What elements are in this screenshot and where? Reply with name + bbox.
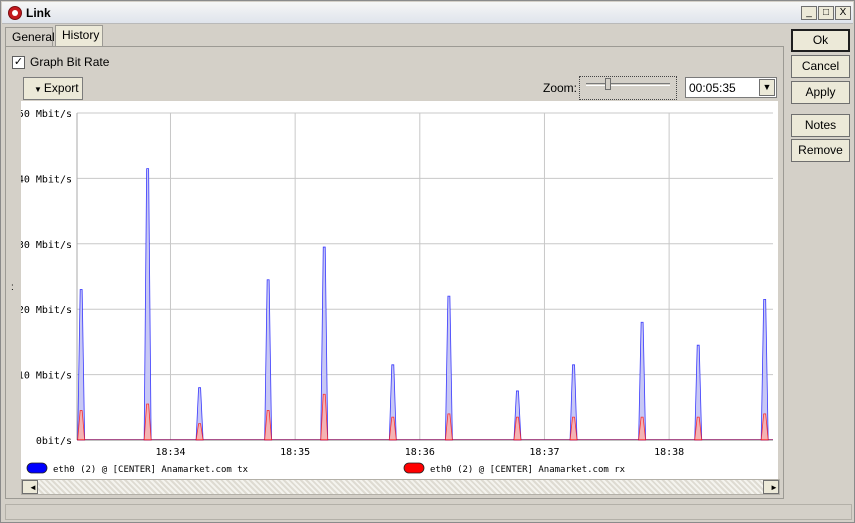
tab-history[interactable]: History xyxy=(55,25,103,47)
dropdown-arrow-icon: ▼ xyxy=(34,85,42,94)
x-tick-label: 18:35 xyxy=(280,447,310,458)
bitrate-chart: 0bit/s 10 Mbit/s 20 Mbit/s 30 Mbit/s 40 Mbit… xyxy=(18,109,773,475)
legend-swatch-0 xyxy=(26,462,48,474)
status-bar xyxy=(5,504,852,520)
y-tick-label: 40 Mbit/s xyxy=(21,174,72,185)
graph-bit-rate-checkbox[interactable]: ✓ xyxy=(12,56,25,69)
cancel-button[interactable]: Cancel xyxy=(791,55,850,78)
title-bar[interactable]: Link _ □ X xyxy=(2,2,853,24)
y-tick-label: 30 Mbit/s xyxy=(21,240,72,251)
legend-swatch-1 xyxy=(403,462,425,474)
graph-bit-rate-label: Graph Bit Rate xyxy=(30,55,110,69)
zoom-slider[interactable] xyxy=(579,76,677,100)
app-icon xyxy=(8,6,22,20)
zoom-select[interactable]: 00:05:35 ▼ xyxy=(685,77,777,98)
x-tick-label: 18:34 xyxy=(155,447,185,458)
zoom-label: Zoom: xyxy=(543,81,578,95)
zoom-value: 00:05:35 xyxy=(689,81,736,95)
splitter-handle[interactable]: : xyxy=(11,282,14,293)
window-title: Link xyxy=(26,6,51,20)
minimize-button[interactable]: _ xyxy=(801,6,817,20)
x-tick-label: 18:38 xyxy=(654,447,684,458)
tab-general[interactable]: General xyxy=(5,27,55,47)
link-window: Link _ □ X General History ✓ Graph Bit R… xyxy=(0,0,855,523)
x-tick-label: 18:37 xyxy=(529,447,559,458)
maximize-button[interactable]: □ xyxy=(818,6,834,20)
slider-track xyxy=(586,83,670,86)
ok-button[interactable]: Ok xyxy=(791,29,850,52)
y-tick-label: 10 Mbit/s xyxy=(21,371,72,382)
x-tick-label: 18:36 xyxy=(405,447,435,458)
y-tick-label: 50 Mbit/s xyxy=(21,109,72,120)
series-0-spike xyxy=(143,168,152,441)
remove-button[interactable]: Remove xyxy=(791,139,850,162)
apply-button[interactable]: Apply xyxy=(791,81,850,104)
horizontal-scrollbar[interactable]: ◄ ► xyxy=(21,479,780,495)
scroll-left-button[interactable]: ◄ xyxy=(22,480,38,494)
notes-button[interactable]: Notes xyxy=(791,114,850,137)
y-tick-label: 20 Mbit/s xyxy=(21,305,72,316)
legend-label-1: eth0 (2) @ [CENTER] Anamarket.com rx xyxy=(430,465,626,475)
bitrate-graph: 0bit/s 10 Mbit/s 20 Mbit/s 30 Mbit/s 40 Mbit… xyxy=(18,101,778,479)
export-label: Export xyxy=(43,81,79,95)
legend-label-0: eth0 (2) @ [CENTER] Anamarket.com tx xyxy=(53,465,249,475)
chevron-down-icon[interactable]: ▼ xyxy=(759,79,775,96)
slider-thumb[interactable] xyxy=(605,78,611,90)
y-tick-label: 0bit/s xyxy=(36,436,72,447)
close-button[interactable]: X xyxy=(835,6,851,20)
scroll-right-button[interactable]: ► xyxy=(763,480,779,494)
export-button[interactable]: ▼ Export xyxy=(23,77,83,100)
